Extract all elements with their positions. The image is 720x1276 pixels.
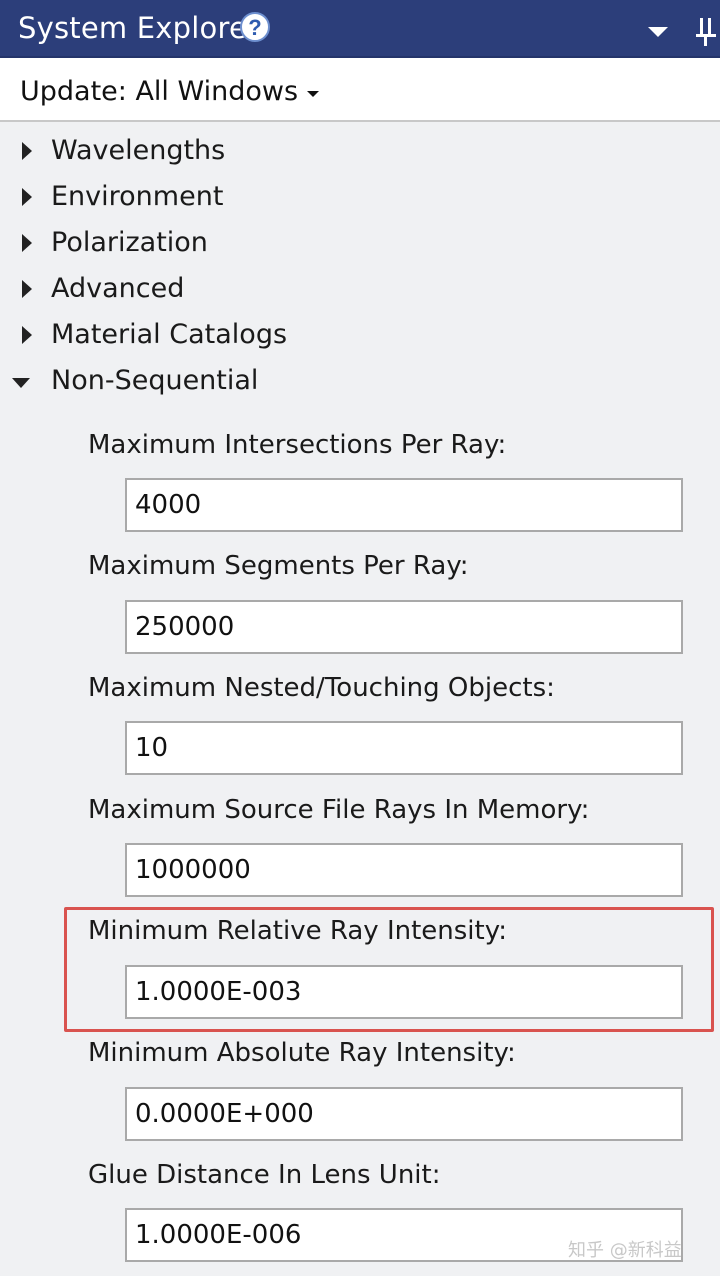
title-bar: System Explorer <box>0 0 720 58</box>
tree-item-label: Material Catalogs <box>51 319 288 350</box>
min-absolute-intensity-label: Minimum Absolute Ray Intensity: <box>88 1038 516 1068</box>
tree-item-label: Non-Sequential <box>51 365 259 396</box>
tree-item-label: Wavelengths <box>51 135 226 166</box>
max-intersections-label: Maximum Intersections Per Ray: <box>88 430 507 460</box>
caret-down-icon <box>307 91 319 97</box>
expand-arrow-icon[interactable] <box>22 142 32 160</box>
chevron-down-icon[interactable] <box>648 27 668 37</box>
max-segments-label: Maximum Segments Per Ray: <box>88 551 469 581</box>
tree-item-wavelengths[interactable]: Wavelengths <box>0 133 720 173</box>
tree-item-label: Polarization <box>51 227 208 258</box>
tree-item-label: Advanced <box>51 273 185 304</box>
highlight-box <box>64 907 714 1032</box>
max-intersections-input[interactable] <box>125 478 683 532</box>
pin-icon[interactable] <box>696 18 716 46</box>
tree-item-polarization[interactable]: Polarization <box>0 225 720 265</box>
expand-arrow-icon[interactable] <box>22 234 32 252</box>
max-segments-input[interactable] <box>125 600 683 654</box>
collapse-arrow-icon[interactable] <box>12 378 30 388</box>
tree-item-advanced[interactable]: Advanced <box>0 271 720 311</box>
expand-arrow-icon[interactable] <box>22 326 32 344</box>
max-nested-objects-input[interactable] <box>125 721 683 775</box>
max-nested-objects-label: Maximum Nested/Touching Objects: <box>88 673 555 703</box>
max-source-rays-label: Maximum Source File Rays In Memory: <box>88 795 590 825</box>
expand-arrow-icon[interactable] <box>22 188 32 206</box>
update-dropdown[interactable]: Update: All Windows <box>0 58 720 122</box>
window-title: System Explorer <box>18 11 260 45</box>
tree-item-environment[interactable]: Environment <box>0 179 720 219</box>
glue-distance-label: Glue Distance In Lens Unit: <box>88 1160 441 1190</box>
expand-arrow-icon[interactable] <box>22 280 32 298</box>
help-icon[interactable] <box>240 12 270 42</box>
tree-item-material-catalogs[interactable]: Material Catalogs <box>0 317 720 357</box>
tree-item-non-sequential[interactable]: Non-Sequential <box>0 363 720 403</box>
max-source-rays-input[interactable] <box>125 843 683 897</box>
tree-item-label: Environment <box>51 181 224 212</box>
update-label: Update: All Windows <box>20 76 299 107</box>
watermark: 知乎 @新科益 <box>568 1240 682 1261</box>
min-absolute-intensity-input[interactable] <box>125 1087 683 1141</box>
